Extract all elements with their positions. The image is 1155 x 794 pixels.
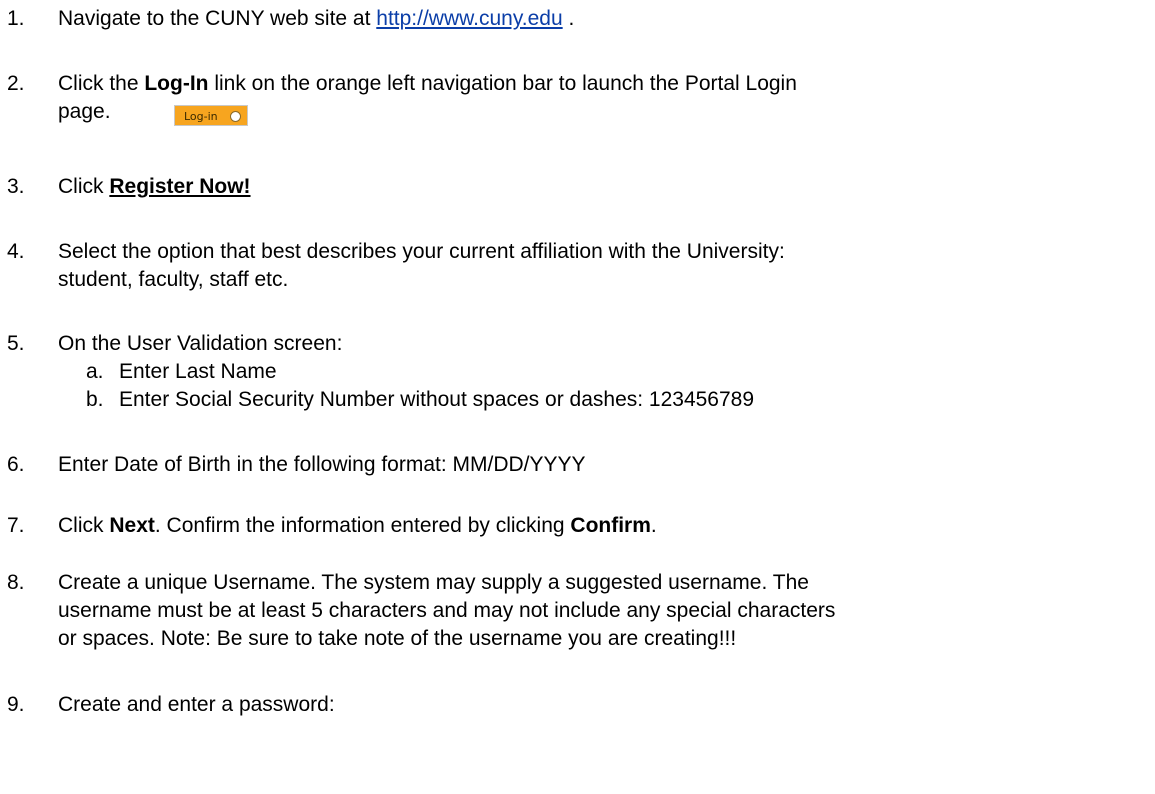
step-text: Create a unique Username. The system may…	[58, 571, 809, 594]
step-text: On the User Validation screen:	[58, 332, 343, 355]
step-text: Click Next. Confirm the information ente…	[58, 512, 1148, 540]
step-number: 5.	[7, 332, 25, 355]
step-text: Navigate to the CUNY web site at http://…	[58, 5, 1148, 33]
step-text-pre: Click the	[58, 72, 145, 95]
step-text-pre: Navigate to the CUNY web site at	[58, 7, 377, 30]
circle-icon	[230, 111, 241, 122]
step-text-line2: username must be at least 5 characters a…	[58, 599, 836, 622]
step-number: 1.	[7, 7, 25, 30]
step-text-post: link on the orange left navigation bar t…	[208, 72, 797, 95]
instructions-document: 1. Navigate to the CUNY web site at http…	[0, 0, 1155, 794]
confirm-emphasis: Confirm	[570, 514, 651, 537]
cuny-website-link[interactable]: http://www.cuny.edu	[376, 7, 562, 30]
step-number: 8.	[7, 571, 25, 594]
login-emphasis: Log-In	[144, 72, 209, 95]
substep-letter: b.	[86, 388, 104, 411]
step-text-pre: Click	[58, 175, 110, 198]
substep-letter: a.	[86, 360, 104, 383]
step-text-post: .	[562, 7, 575, 30]
substep-text: Enter Social Security Number without spa…	[119, 388, 755, 411]
step-text-line2: student, faculty, staff etc.	[58, 268, 289, 291]
step-number: 6.	[7, 453, 25, 476]
login-button-image: Log-in	[174, 105, 248, 126]
step-text-mid: . Confirm the information entered by cli…	[154, 514, 571, 537]
step-text: Click the Log-In link on the orange left…	[58, 70, 1148, 98]
step-number: 9.	[7, 693, 25, 716]
login-button-label: Log-in	[184, 110, 218, 123]
step-text: Enter Date of Birth in the following for…	[58, 453, 586, 476]
step-text-pre: Click	[58, 514, 110, 537]
step-number: 4.	[7, 240, 25, 263]
step-text: Click Register Now!	[58, 173, 1148, 201]
step-text: Create and enter a password:	[58, 693, 335, 716]
next-emphasis: Next	[109, 514, 155, 537]
step-text-post: .	[650, 514, 657, 537]
register-now-emphasis: Register Now!	[109, 175, 251, 198]
step-number: 2.	[7, 72, 25, 95]
substep-text: Enter Last Name	[119, 360, 277, 383]
step-number: 7.	[7, 514, 25, 537]
step-text: Select the option that best describes yo…	[58, 240, 785, 263]
step-number: 3.	[7, 175, 25, 198]
step-text-line3: or spaces. Note: Be sure to take note of…	[58, 627, 737, 650]
